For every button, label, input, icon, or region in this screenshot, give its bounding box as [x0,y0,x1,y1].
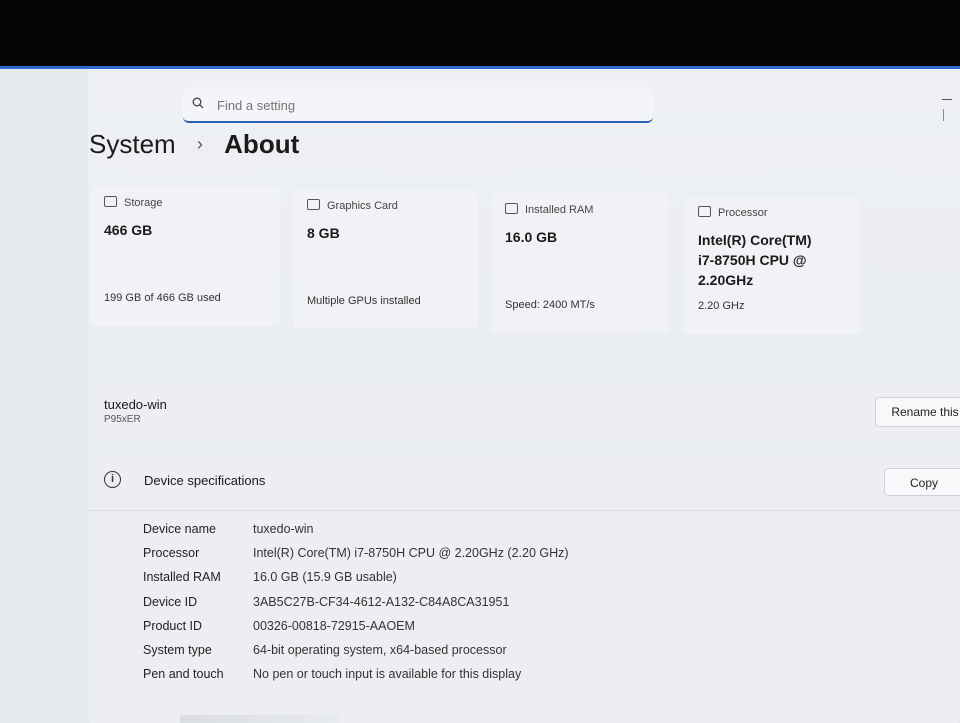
spec-value: Intel(R) Core(TM) i7-8750H CPU @ 2.20GHz… [253,546,569,561]
card-header: Storage [124,197,163,209]
minimize-button[interactable] [942,99,952,100]
spec-value: 64-bit operating system, x64-based proce… [253,642,507,657]
device-name-row: tuxedo-win P95xER Rename this [88,379,960,441]
storage-card[interactable]: Storage 466 GB 199 GB of 466 GB used [90,186,280,326]
spec-value: No pen or touch input is available for t… [253,667,522,682]
rename-pc-button[interactable]: Rename this [875,397,960,427]
card-header: Graphics Card [327,200,398,212]
breadcrumb-parent[interactable]: System [89,129,176,159]
processor-card[interactable]: Processor Intel(R) Core(TM) i7-8750H CPU… [684,196,860,334]
card-value: 466 GB [104,222,153,238]
card-subtext: Speed: 2400 MT/s [505,299,595,311]
graphics-card-icon [307,199,320,210]
card-header: Installed RAM [525,204,594,216]
search-icon [192,97,204,109]
sidebar [0,69,88,723]
storage-icon [104,196,117,207]
card-subtext: Multiple GPUs installed [307,295,421,307]
processor-icon [698,206,711,217]
card-value: 8 GB [307,225,340,241]
section-title[interactable]: Device specifications [144,473,265,488]
spec-label: Product ID [143,618,203,633]
graphics-card-card[interactable]: Graphics Card 8 GB Multiple GPUs install… [293,189,478,329]
card-value: 16.0 GB [505,229,558,245]
card-subtext: 2.20 GHz [698,300,745,312]
spec-label: System type [143,642,212,657]
divider [88,510,960,511]
spec-label: Device ID [143,594,198,609]
device-model: P95xER [104,414,141,425]
search-box[interactable] [183,87,653,123]
device-specifications-panel: i Device specifications Copy Device name… [88,454,960,723]
card-subtext: 199 GB of 466 GB used [104,292,221,304]
spec-value: tuxedo-win [253,522,314,536]
cut-off-link [180,715,340,723]
info-icon: i [104,471,121,488]
breadcrumb-separator: › [196,134,203,154]
card-header: Processor [718,207,768,219]
page-title: About [224,129,300,159]
card-value: Intel(R) Core(TM) i7-8750H CPU @ 2.20GHz [698,232,812,288]
breadcrumb: System › About [89,129,299,160]
spec-value: 16.0 GB (15.9 GB usable) [253,570,397,585]
spec-value: 00326-00818-72915-AAOEM [253,618,415,633]
spec-label: Pen and touch [143,667,224,682]
installed-ram-card[interactable]: Installed RAM 16.0 GB Speed: 2400 MT/s [491,193,669,333]
device-name: tuxedo-win [104,397,167,412]
ram-icon [505,203,518,214]
monitor-bezel [0,0,960,68]
spec-label: Installed RAM [143,570,221,585]
spec-label: Device name [143,522,216,536]
settings-window: System › About Storage 466 GB 199 GB of … [0,66,960,723]
spec-label: Processor [143,546,200,561]
window-edge [943,109,950,121]
search-input[interactable] [215,93,639,117]
copy-button[interactable]: Copy [884,468,960,496]
spec-value: 3AB5C27B-CF34-4612-A132-C84A8CA31951 [253,594,510,609]
